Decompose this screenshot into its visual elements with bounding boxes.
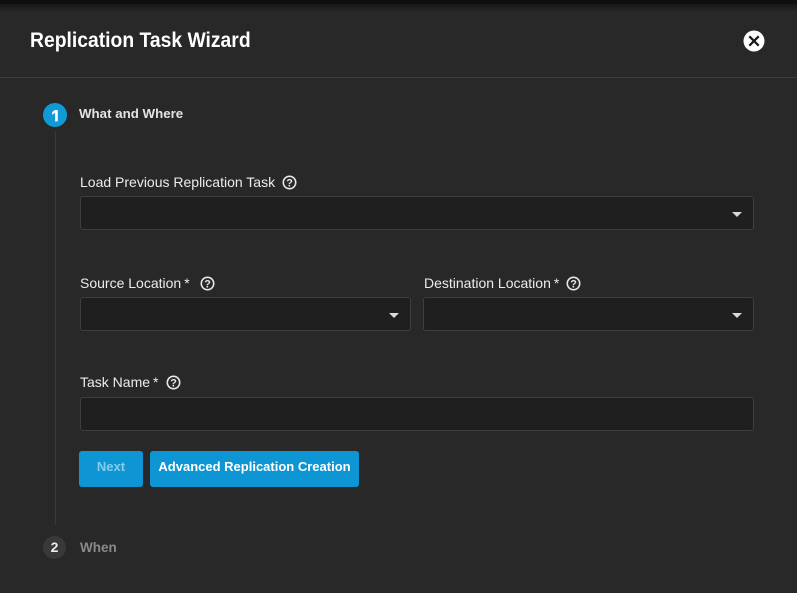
svg-text:?: ? [204, 278, 211, 290]
svg-text:?: ? [570, 278, 577, 290]
svg-text:?: ? [286, 177, 293, 189]
svg-text:?: ? [170, 377, 177, 389]
